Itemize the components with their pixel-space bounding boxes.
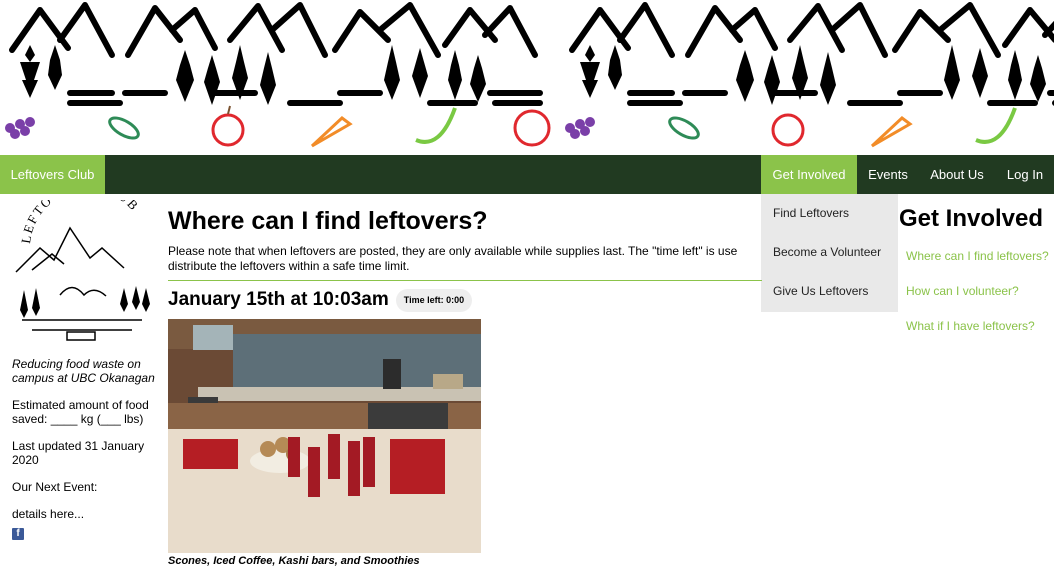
svg-text:LEFTOVERS CLUB: LEFTOVERS CLUB bbox=[18, 200, 142, 244]
link-volunteer[interactable]: How can I volunteer? bbox=[899, 284, 1054, 298]
leftovers-photo[interactable] bbox=[168, 319, 481, 553]
apple-icon bbox=[211, 105, 245, 147]
notice-line-1: Please note that when leftovers are post… bbox=[168, 244, 738, 258]
next-event-label: Our Next Event: bbox=[12, 480, 98, 494]
nav-menu: Get Involved Events About Us Log In bbox=[761, 155, 1054, 194]
right-sidebar: Get Involved Where can I find leftovers?… bbox=[899, 204, 1054, 333]
notice-line-2: distribute the leftovers within a safe t… bbox=[168, 259, 410, 273]
trees-and-fruit-illustration bbox=[5, 0, 1054, 148]
photo-caption: Scones, Iced Coffee, Kashi bars, and Smo… bbox=[168, 555, 420, 567]
top-navbar: Leftovers Club Get Involved Events About… bbox=[0, 155, 1054, 194]
left-sidebar: LEFTOVERS CLUB Reducing food waste on ca… bbox=[12, 178, 156, 540]
time-left-badge: Time left: 0:00 bbox=[395, 288, 473, 312]
peapod-icon bbox=[108, 116, 140, 140]
club-logo: LEFTOVERS CLUB bbox=[15, 178, 150, 341]
nav-log-in[interactable]: Log In bbox=[996, 155, 1054, 194]
tomato-icon bbox=[513, 109, 551, 147]
main-content: Where can I find leftovers? Please note … bbox=[168, 200, 762, 567]
grapes-icon bbox=[5, 117, 35, 139]
header-banner bbox=[0, 0, 1054, 155]
food-saved-estimate: Estimated amount of food saved: ____ kg … bbox=[12, 398, 149, 426]
get-involved-dropdown: Find Leftovers Become a Volunteer Give U… bbox=[761, 194, 898, 312]
post-header: January 15th at 10:03am Time left: 0:00 bbox=[168, 286, 762, 314]
page-title: Where can I find leftovers? bbox=[168, 207, 488, 235]
last-updated: Last updated 31 January 2020 bbox=[12, 439, 145, 467]
tagline: Reducing food waste on campus at UBC Oka… bbox=[12, 357, 155, 385]
link-find-leftovers[interactable]: Where can I find leftovers? bbox=[899, 249, 1054, 263]
divider bbox=[168, 280, 762, 281]
nav-about-us[interactable]: About Us bbox=[918, 155, 996, 194]
facebook-icon[interactable]: f bbox=[12, 528, 24, 540]
dropdown-become-volunteer[interactable]: Become a Volunteer bbox=[761, 233, 898, 272]
brand-link[interactable]: Leftovers Club bbox=[0, 155, 105, 194]
nav-events[interactable]: Events bbox=[858, 155, 918, 194]
event-details: details here... bbox=[12, 507, 85, 521]
dropdown-give-leftovers[interactable]: Give Us Leftovers bbox=[761, 272, 898, 311]
dropdown-find-leftovers[interactable]: Find Leftovers bbox=[761, 194, 898, 233]
link-have-leftovers[interactable]: What if I have leftovers? bbox=[899, 319, 1054, 333]
logo-text: LEFTOVERS CLUB bbox=[18, 178, 140, 244]
post-date: January 15th at 10:03am bbox=[168, 289, 389, 310]
watermelon-icon bbox=[415, 107, 457, 144]
nav-get-involved[interactable]: Get Involved bbox=[761, 155, 857, 194]
get-involved-heading: Get Involved bbox=[899, 205, 1044, 232]
carrot-icon bbox=[310, 116, 353, 148]
